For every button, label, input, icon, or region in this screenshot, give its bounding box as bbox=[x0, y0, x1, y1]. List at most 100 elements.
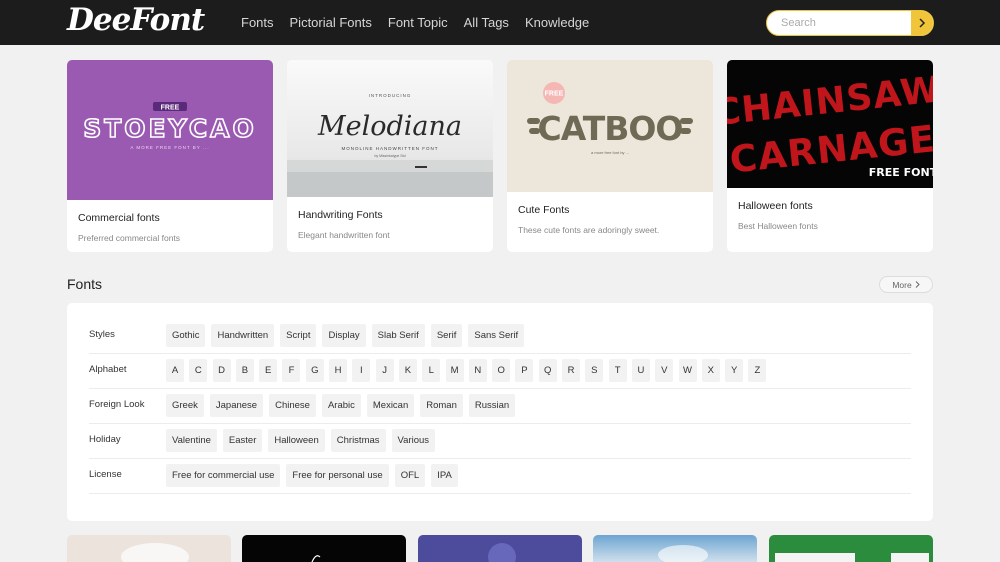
letter-tag[interactable]: R bbox=[562, 359, 581, 382]
tag-item[interactable]: Mexican bbox=[366, 394, 415, 417]
site-logo[interactable]: DeeFont bbox=[67, 2, 205, 38]
letter-tag[interactable]: U bbox=[631, 359, 650, 382]
tag-item[interactable]: Free for personal use bbox=[286, 464, 389, 487]
tag-item[interactable]: Serif bbox=[430, 324, 463, 347]
letter-tag[interactable]: B bbox=[235, 359, 254, 382]
nav-fonts[interactable]: Fonts bbox=[241, 15, 274, 30]
letter-tag[interactable]: J bbox=[375, 359, 394, 382]
svg-text:STOEYCAO: STOEYCAO bbox=[83, 114, 257, 143]
font-thumbnail[interactable] bbox=[67, 535, 231, 562]
card-title: Halloween fonts bbox=[738, 200, 813, 212]
card-image-cute: FREE CATBOO a more free font by ... bbox=[507, 60, 713, 192]
tag-item[interactable]: Japanese bbox=[209, 394, 264, 417]
letter-tag[interactable]: P bbox=[515, 359, 534, 382]
nav-all-tags[interactable]: All Tags bbox=[464, 15, 509, 30]
svg-text:FREE: FREE bbox=[545, 91, 564, 98]
tag-item[interactable]: OFL bbox=[394, 464, 426, 487]
tag-item[interactable]: Russian bbox=[468, 394, 516, 417]
letter-tag[interactable]: S bbox=[585, 359, 604, 382]
nav-pictorial-fonts[interactable]: Pictorial Fonts bbox=[290, 15, 372, 30]
tag-item[interactable]: Valentine bbox=[166, 429, 217, 452]
svg-text:MONOLINE HANDWRITTEN FONT: MONOLINE HANDWRITTEN FONT bbox=[342, 146, 439, 151]
filter-row-styles: Styles Gothic Handwritten Script Display… bbox=[89, 319, 911, 354]
font-thumbnail[interactable] bbox=[593, 535, 757, 562]
font-thumbnail[interactable] bbox=[418, 535, 582, 562]
more-button[interactable]: More bbox=[879, 276, 933, 293]
letter-tag[interactable]: K bbox=[398, 359, 417, 382]
nav-knowledge[interactable]: Knowledge bbox=[525, 15, 589, 30]
svg-text:A MORE FREE FONT BY ...: A MORE FREE FONT BY ... bbox=[130, 145, 209, 150]
svg-text:a more free font by ...: a more free font by ... bbox=[591, 150, 629, 155]
search-input[interactable] bbox=[767, 11, 911, 35]
letter-tag[interactable]: A bbox=[166, 359, 184, 382]
letter-tag[interactable]: G bbox=[305, 359, 324, 382]
svg-text:FREE FONT: FREE FONT bbox=[869, 166, 933, 179]
letter-tag[interactable]: V bbox=[655, 359, 674, 382]
search-submit-button[interactable] bbox=[911, 11, 933, 35]
tag-item[interactable]: Roman bbox=[420, 394, 463, 417]
letter-tag[interactable]: Q bbox=[538, 359, 557, 382]
tag-item[interactable]: Chinese bbox=[269, 394, 316, 417]
card-description: Best Halloween fonts bbox=[738, 221, 818, 231]
svg-text:INTRODUCING: INTRODUCING bbox=[369, 93, 412, 98]
card-title: Cute Fonts bbox=[518, 204, 570, 216]
tag-item[interactable]: Script bbox=[280, 324, 317, 347]
tag-item[interactable]: Christmas bbox=[330, 429, 386, 452]
letter-tag[interactable]: Z bbox=[748, 359, 767, 382]
letter-tag[interactable]: C bbox=[189, 359, 208, 382]
tag-item[interactable]: Various bbox=[391, 429, 436, 452]
letter-tag[interactable]: M bbox=[445, 359, 464, 382]
svg-text:FREE: FREE bbox=[161, 105, 180, 112]
letter-tag[interactable]: O bbox=[492, 359, 511, 382]
tag-item[interactable]: Free for commercial use bbox=[166, 464, 281, 487]
tag-list: Valentine Easter Halloween Christmas Var… bbox=[166, 429, 436, 452]
nav-font-topic[interactable]: Font Topic bbox=[388, 15, 448, 30]
more-label: More bbox=[892, 279, 912, 290]
filter-row-foreign-look: Foreign Look Greek Japanese Chinese Arab… bbox=[89, 389, 911, 424]
search-box bbox=[766, 10, 934, 36]
category-card-halloween[interactable]: CHAINSAW CARNAGE FREE FONT Halloween fon… bbox=[727, 60, 933, 252]
category-card-handwriting[interactable]: INTRODUCING Melodiana MONOLINE HANDWRITT… bbox=[287, 60, 493, 252]
letter-tag[interactable]: T bbox=[608, 359, 627, 382]
filter-label: Holiday bbox=[89, 434, 121, 445]
filter-label: Styles bbox=[89, 329, 115, 340]
letter-tag[interactable]: D bbox=[212, 359, 231, 382]
card-title: Commercial fonts bbox=[78, 212, 160, 224]
letter-tag[interactable]: L bbox=[422, 359, 441, 382]
tag-item[interactable]: Halloween bbox=[268, 429, 325, 452]
font-filter-panel: Styles Gothic Handwritten Script Display… bbox=[67, 303, 933, 521]
font-thumbnail[interactable] bbox=[769, 535, 933, 562]
svg-text:by Missinkatype Std: by Missinkatype Std bbox=[374, 154, 405, 158]
tag-item[interactable]: Display bbox=[322, 324, 366, 347]
tag-item[interactable]: IPA bbox=[431, 464, 458, 487]
tag-item[interactable]: Handwritten bbox=[211, 324, 275, 347]
category-card-cute[interactable]: FREE CATBOO a more free font by ... Cute… bbox=[507, 60, 713, 252]
letter-tag[interactable]: H bbox=[329, 359, 348, 382]
filter-row-alphabet: Alphabet A C D B E F G H I J K L M N O P… bbox=[89, 354, 911, 389]
chevron-right-icon bbox=[919, 18, 926, 28]
filter-label: Alphabet bbox=[89, 364, 127, 375]
letter-tag[interactable]: X bbox=[701, 359, 720, 382]
card-description: Elegant handwritten font bbox=[298, 230, 390, 240]
main-nav: Fonts Pictorial Fonts Font Topic All Tag… bbox=[241, 0, 589, 45]
card-image-commercial: FREE STOEYCAO A MORE FREE FONT BY ... bbox=[67, 60, 273, 200]
font-thumbnail[interactable] bbox=[242, 535, 406, 562]
letter-tag[interactable]: I bbox=[352, 359, 371, 382]
tag-list: A C D B E F G H I J K L M N O P Q R S T … bbox=[166, 359, 767, 382]
tag-item[interactable]: Sans Serif bbox=[468, 324, 525, 347]
letter-tag[interactable]: W bbox=[678, 359, 697, 382]
category-card-commercial[interactable]: FREE STOEYCAO A MORE FREE FONT BY ... Co… bbox=[67, 60, 273, 252]
card-description: These cute fonts are adoringly sweet. bbox=[518, 225, 660, 235]
tag-item[interactable]: Slab Serif bbox=[371, 324, 425, 347]
tag-item[interactable]: Greek bbox=[166, 394, 204, 417]
tag-item[interactable]: Gothic bbox=[166, 324, 206, 347]
section-title: Fonts bbox=[67, 276, 103, 292]
card-title: Handwriting Fonts bbox=[298, 209, 383, 221]
tag-item[interactable]: Arabic bbox=[321, 394, 361, 417]
svg-text:CATBOO: CATBOO bbox=[538, 109, 683, 148]
tag-item[interactable]: Easter bbox=[222, 429, 263, 452]
letter-tag[interactable]: E bbox=[259, 359, 278, 382]
letter-tag[interactable]: F bbox=[282, 359, 301, 382]
letter-tag[interactable]: N bbox=[468, 359, 487, 382]
letter-tag[interactable]: Y bbox=[725, 359, 744, 382]
